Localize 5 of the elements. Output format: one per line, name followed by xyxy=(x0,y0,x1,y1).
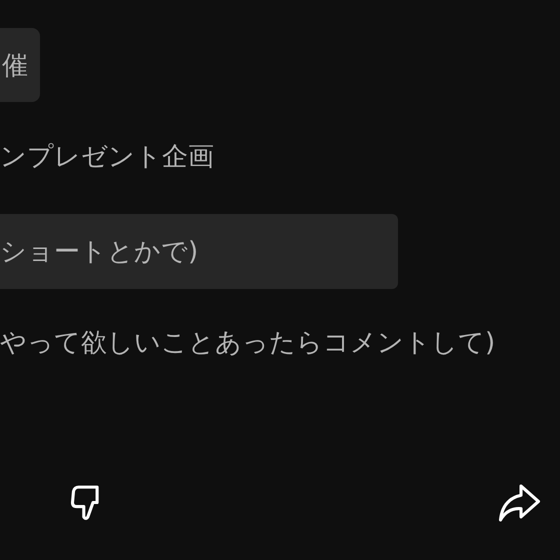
highlighted-text: ショートとかで) xyxy=(0,214,398,289)
share-icon[interactable] xyxy=(497,483,543,523)
description-text: やって欲しいことあったらコメントして) xyxy=(0,327,496,360)
description-text: ンプレゼント企画 xyxy=(0,141,214,174)
chip-button[interactable]: 催 xyxy=(0,28,40,102)
